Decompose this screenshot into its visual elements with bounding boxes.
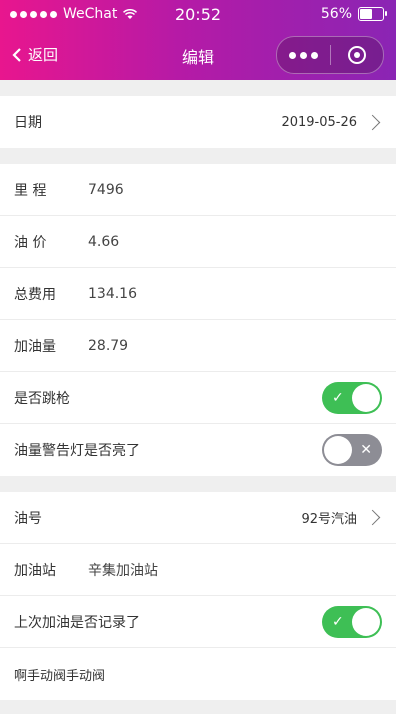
- price-label: 油 价: [14, 234, 47, 251]
- fuel-grade-label: 油号: [14, 510, 42, 527]
- last-recorded-toggle[interactable]: ✓: [322, 605, 382, 638]
- check-icon: ✓: [332, 613, 344, 630]
- status-bar: WeChat 20:52 56%: [0, 0, 396, 28]
- check-icon: ✓: [332, 389, 344, 406]
- last-recorded-label: 上次加油是否记录了: [14, 614, 140, 631]
- toggle-knob: [352, 383, 380, 412]
- total-cost-input[interactable]: 134.16: [88, 286, 382, 302]
- status-right: 56%: [320, 6, 387, 22]
- date-label: 日期: [14, 115, 42, 131]
- notes-text[interactable]: 啊手动阀手动阀: [14, 665, 382, 684]
- station-row[interactable]: 加油站 辛集加油站: [0, 544, 396, 596]
- nozzle-trip-row: 是否跳枪 ✓: [0, 372, 396, 424]
- station-section: 油号 92号汽油 加油站 辛集加油站 上次加油是否记录了 ✓ 啊手动阀手动阀: [0, 492, 396, 700]
- nozzle-trip-toggle[interactable]: ✓: [322, 381, 382, 414]
- warning-light-toggle[interactable]: ✕: [322, 434, 382, 466]
- warning-light-row: 油量警告灯是否亮了 ✕: [0, 424, 396, 476]
- chevron-right-icon: [364, 114, 381, 130]
- warning-light-label: 油量警告灯是否亮了: [14, 443, 140, 459]
- total-cost-label: 总费用: [14, 286, 56, 303]
- cross-icon: ✕: [360, 442, 372, 458]
- mileage-row[interactable]: 里 程 7496: [0, 164, 396, 216]
- station-input[interactable]: 辛集加油站: [88, 560, 382, 580]
- price-input[interactable]: 4.66: [88, 234, 382, 250]
- fuel-amount-input[interactable]: 28.79: [88, 338, 382, 354]
- target-icon: [347, 46, 366, 64]
- mileage-label: 里 程: [14, 182, 47, 199]
- fuel-grade-value: 92号汽油: [301, 512, 357, 527]
- nav-bar: 返回 编辑: [0, 30, 396, 78]
- header: WeChat 20:52 56% 返回 编辑: [0, 0, 396, 80]
- battery-icon: [358, 7, 387, 21]
- last-recorded-row: 上次加油是否记录了 ✓: [0, 596, 396, 648]
- fuel-grade-row[interactable]: 油号 92号汽油: [0, 492, 396, 544]
- more-button[interactable]: [277, 51, 330, 59]
- date-row[interactable]: 日期 2019-05-26: [0, 96, 396, 148]
- date-section: 日期 2019-05-26: [0, 96, 396, 148]
- date-value: 2019-05-26: [281, 114, 357, 130]
- toggle-knob: [324, 436, 352, 464]
- price-row[interactable]: 油 价 4.66: [0, 216, 396, 268]
- station-label: 加油站: [14, 562, 56, 579]
- notes-row[interactable]: 啊手动阀手动阀: [0, 648, 396, 700]
- form: 日期 2019-05-26 里 程 7496 油 价 4.66 总费用 134.…: [0, 80, 396, 700]
- close-mini-program-button[interactable]: [331, 46, 384, 64]
- fuel-amount-label: 加油量: [14, 338, 56, 355]
- fuel-amount-row[interactable]: 加油量 28.79: [0, 320, 396, 372]
- mini-program-capsule: [276, 36, 384, 74]
- mileage-input[interactable]: 7496: [88, 182, 382, 198]
- battery-percent: 56%: [320, 6, 352, 22]
- fuel-details-section: 里 程 7496 油 价 4.66 总费用 134.16 加油量 28.79 是…: [0, 164, 396, 476]
- total-cost-row[interactable]: 总费用 134.16: [0, 268, 396, 320]
- toggle-knob: [352, 607, 380, 636]
- nozzle-trip-label: 是否跳枪: [14, 390, 70, 407]
- chevron-right-icon: [364, 509, 381, 526]
